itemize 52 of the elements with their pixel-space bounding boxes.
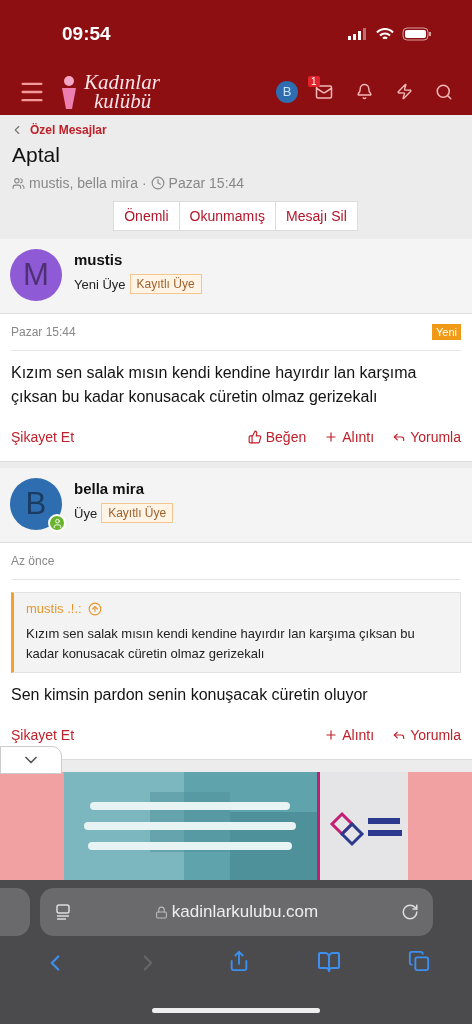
- username[interactable]: mustis: [74, 251, 202, 268]
- conversation-action-button[interactable]: Önemli: [113, 201, 180, 231]
- envelope-icon: [315, 82, 333, 101]
- lock-icon: [154, 905, 168, 919]
- user-group-tag: Kayıtlı Üye: [101, 503, 174, 523]
- jump-to-quote-icon[interactable]: [87, 601, 102, 616]
- plus-icon: [324, 430, 339, 444]
- conversation-action-button[interactable]: Okunmamış: [178, 201, 277, 231]
- message-time: Pazar 15:44: [11, 325, 76, 339]
- address-bar[interactable]: kadinlarkulubu.com: [40, 888, 433, 936]
- reply-link[interactable]: Yorumla: [392, 429, 461, 445]
- url-text: kadinlarkulubu.com: [171, 902, 319, 922]
- user-avatar[interactable]: B: [276, 80, 298, 103]
- message-time: Az önce: [11, 554, 55, 568]
- plus-icon: [324, 728, 339, 742]
- reader-icon[interactable]: [54, 903, 72, 921]
- tabs-icon[interactable]: [408, 950, 431, 972]
- message-text: Sen kimsin pardon senin konuşacak cüretin oluyor: [11, 685, 369, 705]
- message-text: Kızım sen salak mısın kendi kendine hayırdır lan karşıma çıksan bu kadar konusacak cüretin olmaz gerizekalı: [11, 363, 418, 407]
- participants: mustis, bella mira: [29, 175, 138, 191]
- user-role: Yeni Üye: [74, 276, 126, 292]
- reply-arrow-icon: [392, 430, 407, 444]
- user-role: Üye: [74, 505, 98, 521]
- conversation-time: Pazar 15:44: [168, 175, 245, 191]
- report-link[interactable]: Şikayet Et: [11, 429, 75, 445]
- user-group-tag: Kayıtlı Üye: [129, 274, 202, 294]
- conversation-title: Aptal: [12, 143, 61, 167]
- inbox-badge: 1: [308, 75, 320, 87]
- like-link[interactable]: Beğen: [247, 429, 307, 445]
- breadcrumb-link[interactable]: Özel Mesajlar: [30, 123, 107, 137]
- reply-link[interactable]: Yorumla: [392, 727, 461, 743]
- battery-icon: [402, 27, 432, 41]
- username[interactable]: bella mira: [74, 480, 174, 497]
- signal-icon: [348, 28, 368, 40]
- new-label: Yeni: [432, 324, 461, 340]
- status-time: 09:54: [62, 23, 111, 45]
- reply-arrow-icon: [392, 728, 407, 742]
- site-logo[interactable]: Kadınlar kulübü: [84, 72, 160, 111]
- thumbs-up-icon: [247, 430, 262, 444]
- meta-separator: ·: [141, 175, 147, 191]
- inbox-icon[interactable]: 1: [310, 77, 338, 106]
- bookmarks-icon[interactable]: [317, 950, 342, 974]
- wifi-icon: [376, 27, 394, 41]
- report-link[interactable]: Şikayet Et: [11, 727, 75, 743]
- conversation-action-button[interactable]: Mesajı Sil: [275, 201, 358, 231]
- quote-link[interactable]: Alıntı: [324, 429, 375, 445]
- quote-text: Kızım sen salak mısın kendi kendine hayırdır lan karşıma çıksan bu kadar konusacak cüretin olmaz gerizekalı: [26, 625, 416, 663]
- online-status-icon: [48, 514, 66, 532]
- quote-link[interactable]: Alıntı: [324, 727, 375, 743]
- participants-icon: [12, 176, 25, 190]
- clock-icon: [150, 176, 165, 190]
- reload-icon[interactable]: [401, 903, 419, 921]
